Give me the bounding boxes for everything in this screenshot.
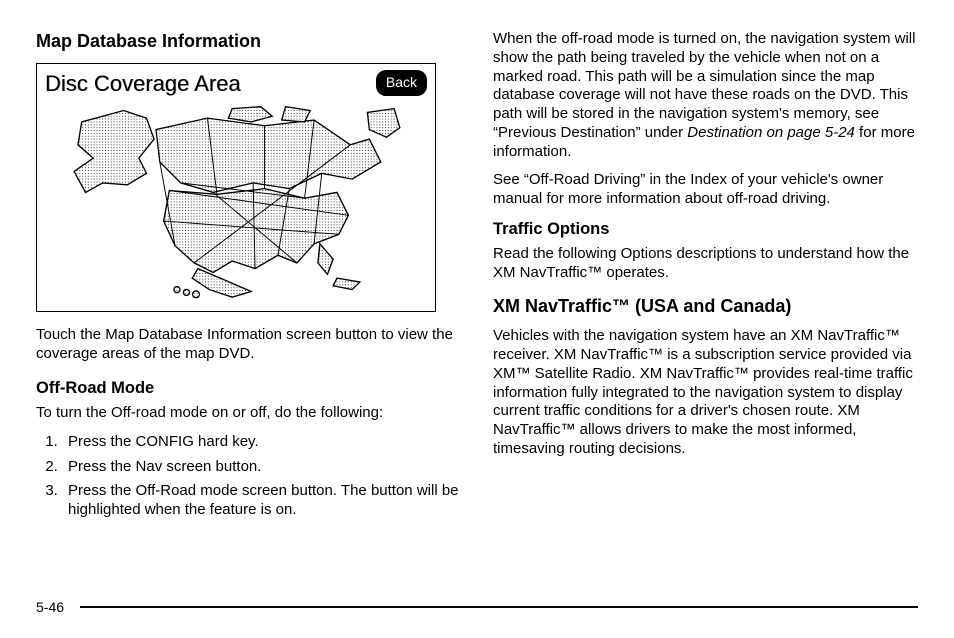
left-column: Map Database Information Disc Coverage A… — [36, 30, 461, 595]
offroad-steps-list: Press the CONFIG hard key. Press the Nav… — [36, 433, 461, 520]
figure-disc-coverage: Disc Coverage Area Back — [36, 63, 436, 313]
paragraph-offroad-intro: To turn the Off-road mode on or off, do … — [36, 404, 461, 423]
figure-header-row: Disc Coverage Area Back — [45, 70, 427, 98]
list-item: Press the Nav screen button. — [62, 458, 461, 477]
footer-rule — [80, 606, 918, 608]
back-button[interactable]: Back — [376, 70, 427, 97]
columns: Map Database Information Disc Coverage A… — [36, 30, 918, 595]
paragraph-offroad-on-1: When the off-road mode is turned on, the… — [493, 30, 918, 161]
paragraph-xm-navtraffic: Vehicles with the navigation system have… — [493, 327, 918, 458]
heading-xm-navtraffic: XM NavTraffic™ (USA and Canada) — [493, 295, 918, 318]
list-item: Press the Off-Road mode screen button. T… — [62, 482, 461, 520]
paragraph-traffic-options: Read the following Options descriptions … — [493, 245, 918, 283]
heading-off-road-mode: Off-Road Mode — [36, 378, 461, 399]
heading-traffic-options: Traffic Options — [493, 219, 918, 240]
page-footer: 5-46 — [36, 595, 918, 617]
destination-page-ref: Destination on page 5‑24 — [687, 124, 855, 141]
north-america-map-icon — [56, 101, 416, 301]
paragraph-offroad-on-2: See “Off-Road Driving” in the Index of y… — [493, 171, 918, 209]
figure-title: Disc Coverage Area — [45, 70, 241, 98]
right-column: When the off-road mode is turned on, the… — [493, 30, 918, 595]
list-item: Press the CONFIG hard key. — [62, 433, 461, 452]
paragraph-touch-map-db: Touch the Map Database Information scree… — [36, 326, 461, 364]
page: Map Database Information Disc Coverage A… — [0, 0, 954, 638]
map-illustration — [45, 101, 427, 301]
page-number: 5-46 — [36, 599, 80, 617]
heading-map-database-information: Map Database Information — [36, 30, 461, 53]
